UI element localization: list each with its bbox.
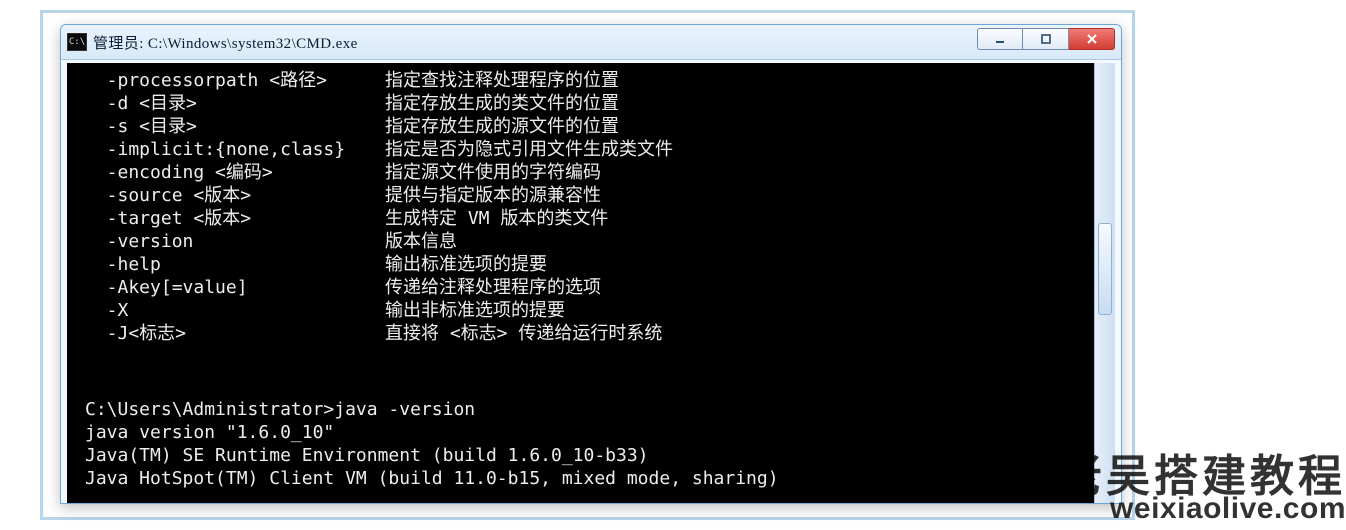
terminal-output[interactable]: -processorpath <路径>指定查找注释处理程序的位置 -d <目录>… — [67, 63, 1095, 503]
help-desc: 提供与指定版本的源兼容性 — [385, 185, 601, 206]
output-line: java version "1.6.0_10" — [85, 421, 1077, 444]
help-line: -implicit:{none,class}指定是否为隐式引用文件生成类文件 — [85, 138, 1077, 161]
cmd-window: C:\ 管理员: C:\Windows\system32\CMD.exe -pr… — [60, 24, 1122, 504]
close-button[interactable] — [1069, 28, 1115, 50]
help-flag: -implicit:{none,class} — [85, 138, 385, 161]
help-line: -target <版本>生成特定 VM 版本的类文件 — [85, 207, 1077, 230]
help-flag: -encoding <编码> — [85, 161, 385, 184]
titlebar[interactable]: C:\ 管理员: C:\Windows\system32\CMD.exe — [61, 25, 1121, 60]
help-desc: 指定是否为隐式引用文件生成类文件 — [385, 139, 673, 160]
terminal-client-area: -processorpath <路径>指定查找注释处理程序的位置 -d <目录>… — [67, 63, 1115, 503]
close-icon — [1085, 32, 1099, 46]
minimize-icon — [993, 32, 1007, 46]
help-desc: 直接将 <标志> 传递给运行时系统 — [385, 323, 662, 344]
help-line: -processorpath <路径>指定查找注释处理程序的位置 — [85, 69, 1077, 92]
help-desc: 输出非标准选项的提要 — [385, 300, 565, 321]
help-flag: -target <版本> — [85, 207, 385, 230]
help-desc: 指定查找注释处理程序的位置 — [385, 70, 619, 91]
window-title: 管理员: C:\Windows\system32\CMD.exe — [93, 32, 358, 53]
help-flag: -d <目录> — [85, 92, 385, 115]
maximize-button[interactable] — [1023, 28, 1069, 50]
watermark-en: weixiaolive.com — [1110, 492, 1346, 526]
help-desc: 指定存放生成的源文件的位置 — [385, 116, 619, 137]
help-line: -encoding <编码>指定源文件使用的字符编码 — [85, 161, 1077, 184]
help-flag: -Akey[=value] — [85, 276, 385, 299]
cmd-icon: C:\ — [67, 33, 87, 51]
help-desc: 指定源文件使用的字符编码 — [385, 162, 601, 183]
output-line: Java(TM) SE Runtime Environment (build 1… — [85, 444, 1077, 467]
help-line: -version版本信息 — [85, 230, 1077, 253]
minimize-button[interactable] — [977, 28, 1023, 50]
help-desc: 指定存放生成的类文件的位置 — [385, 93, 619, 114]
help-flag: -source <版本> — [85, 184, 385, 207]
help-line: -X输出非标准选项的提要 — [85, 299, 1077, 322]
scrollbar-thumb[interactable] — [1098, 223, 1112, 315]
help-flag: -X — [85, 299, 385, 322]
help-desc: 输出标准选项的提要 — [385, 254, 547, 275]
help-desc: 生成特定 VM 版本的类文件 — [385, 208, 608, 229]
stage: C:\ 管理员: C:\Windows\system32\CMD.exe -pr… — [0, 0, 1346, 530]
maximize-icon — [1039, 32, 1053, 46]
blank-line — [85, 345, 1077, 368]
help-line: -s <目录>指定存放生成的源文件的位置 — [85, 115, 1077, 138]
help-flag: -version — [85, 230, 385, 253]
help-line: -J<标志>直接将 <标志> 传递给运行时系统 — [85, 322, 1077, 345]
help-flag: -processorpath <路径> — [85, 69, 385, 92]
help-line: -source <版本>提供与指定版本的源兼容性 — [85, 184, 1077, 207]
help-desc: 版本信息 — [385, 231, 457, 252]
help-flag: -help — [85, 253, 385, 276]
output-line: Java HotSpot(TM) Client VM (build 11.0-b… — [85, 467, 1077, 490]
window-controls — [977, 28, 1115, 50]
help-line: -help输出标准选项的提要 — [85, 253, 1077, 276]
help-line: -d <目录>指定存放生成的类文件的位置 — [85, 92, 1077, 115]
help-flag: -J<标志> — [85, 322, 385, 345]
help-flag: -s <目录> — [85, 115, 385, 138]
help-line: -Akey[=value]传递给注释处理程序的选项 — [85, 276, 1077, 299]
scrollbar[interactable] — [1094, 63, 1115, 503]
help-desc: 传递给注释处理程序的选项 — [385, 277, 601, 298]
prompt-line: C:\Users\Administrator>java -version — [85, 398, 1077, 421]
